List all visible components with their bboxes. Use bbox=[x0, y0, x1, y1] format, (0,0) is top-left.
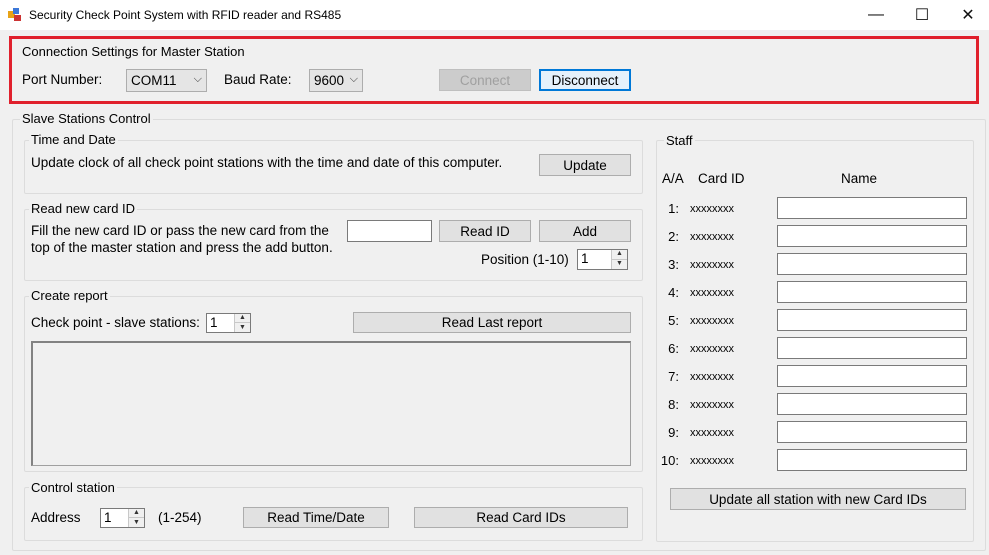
staff-row-card-id: xxxxxxxx bbox=[690, 315, 734, 327]
close-button[interactable]: ✕ bbox=[945, 0, 989, 30]
staff-row-number: 9: bbox=[668, 425, 679, 440]
chevron-down-icon: ⌵ bbox=[193, 73, 202, 85]
connection-group-title: Connection Settings for Master Station bbox=[22, 44, 245, 59]
staff-name-input[interactable] bbox=[777, 281, 967, 303]
address-stepper-value: 1 bbox=[104, 510, 112, 525]
staff-row-card-id: xxxxxxxx bbox=[690, 343, 734, 355]
connect-button[interactable]: Connect bbox=[439, 69, 531, 91]
staff-row-number: 5: bbox=[668, 313, 679, 328]
control-station-title: Control station bbox=[29, 480, 117, 495]
baud-select[interactable]: 9600 ⌵ bbox=[309, 69, 363, 92]
window-title: Security Check Point System with RFID re… bbox=[29, 8, 342, 22]
maximize-button[interactable]: ☐ bbox=[899, 0, 945, 30]
col-card-header: Card ID bbox=[698, 171, 745, 186]
staff-row-number: 6: bbox=[668, 341, 679, 356]
add-button[interactable]: Add bbox=[539, 220, 631, 242]
staff-row-card-id: xxxxxxxx bbox=[690, 287, 734, 299]
update-all-cards-button[interactable]: Update all station with new Card IDs bbox=[670, 488, 966, 510]
position-stepper-value: 1 bbox=[581, 251, 589, 266]
staff-row-number: 3: bbox=[668, 257, 679, 272]
position-stepper[interactable]: 1 ▲ ▼ bbox=[577, 249, 628, 270]
read-card-title: Read new card ID bbox=[29, 201, 138, 216]
baud-select-value: 9600 bbox=[314, 73, 345, 88]
read-id-button[interactable]: Read ID bbox=[439, 220, 531, 242]
app-icon bbox=[8, 8, 21, 21]
staff-row-number: 2: bbox=[668, 229, 679, 244]
chevron-down-icon: ⌵ bbox=[349, 73, 358, 85]
staff-row-number: 10: bbox=[660, 453, 679, 468]
staff-name-input[interactable] bbox=[777, 393, 967, 415]
position-label: Position (1-10) bbox=[481, 252, 569, 267]
checkpoint-label: Check point - slave stations: bbox=[31, 315, 200, 330]
checkpoint-stepper[interactable]: 1 ▲ ▼ bbox=[206, 313, 251, 333]
slave-stations-title: Slave Stations Control bbox=[20, 111, 153, 126]
staff-name-input[interactable] bbox=[777, 421, 967, 443]
staff-name-input[interactable] bbox=[777, 365, 967, 387]
read-last-report-button[interactable]: Read Last report bbox=[353, 312, 631, 333]
read-time-date-button[interactable]: Read Time/Date bbox=[243, 507, 389, 528]
report-output-box[interactable] bbox=[31, 341, 631, 466]
arrow-down-icon[interactable]: ▼ bbox=[235, 323, 250, 332]
col-aa-header: A/A bbox=[662, 171, 684, 186]
time-date-description: Update clock of all check point stations… bbox=[31, 155, 503, 170]
time-date-title: Time and Date bbox=[29, 132, 118, 147]
read-card-ids-button[interactable]: Read Card IDs bbox=[414, 507, 628, 528]
read-card-description-2: top of the master station and press the … bbox=[31, 240, 333, 255]
staff-name-input[interactable] bbox=[777, 253, 967, 275]
port-select[interactable]: COM11 ⌵ bbox=[126, 69, 207, 92]
staff-row-number: 8: bbox=[668, 397, 679, 412]
staff-row-card-id: xxxxxxxx bbox=[690, 455, 734, 467]
checkpoint-stepper-value: 1 bbox=[210, 315, 218, 330]
staff-name-input[interactable] bbox=[777, 225, 967, 247]
minimize-button[interactable]: — bbox=[853, 0, 899, 30]
address-stepper[interactable]: 1 ▲ ▼ bbox=[100, 508, 145, 528]
port-label: Port Number: bbox=[22, 72, 103, 87]
arrow-down-icon[interactable]: ▼ bbox=[612, 260, 627, 270]
staff-row-number: 1: bbox=[668, 201, 679, 216]
staff-row-number: 4: bbox=[668, 285, 679, 300]
port-select-value: COM11 bbox=[131, 73, 177, 88]
arrow-down-icon[interactable]: ▼ bbox=[129, 518, 144, 527]
disconnect-button[interactable]: Disconnect bbox=[539, 69, 631, 91]
address-range-label: (1-254) bbox=[158, 510, 202, 525]
baud-label: Baud Rate: bbox=[224, 72, 292, 87]
staff-row-card-id: xxxxxxxx bbox=[690, 203, 734, 215]
staff-row-card-id: xxxxxxxx bbox=[690, 231, 734, 243]
card-id-input[interactable] bbox=[347, 220, 432, 242]
staff-name-input[interactable] bbox=[777, 197, 967, 219]
staff-row-card-id: xxxxxxxx bbox=[690, 427, 734, 439]
staff-name-input[interactable] bbox=[777, 309, 967, 331]
create-report-title: Create report bbox=[29, 288, 110, 303]
staff-row-card-id: xxxxxxxx bbox=[690, 399, 734, 411]
update-time-button[interactable]: Update bbox=[539, 154, 631, 176]
staff-row-card-id: xxxxxxxx bbox=[690, 259, 734, 271]
staff-row-number: 7: bbox=[668, 369, 679, 384]
staff-title: Staff bbox=[664, 133, 695, 148]
col-name-header: Name bbox=[841, 171, 878, 186]
staff-row-card-id: xxxxxxxx bbox=[690, 371, 734, 383]
read-card-description-1: Fill the new card ID or pass the new car… bbox=[31, 223, 329, 238]
address-label: Address bbox=[31, 510, 81, 525]
staff-name-input[interactable] bbox=[777, 337, 967, 359]
staff-name-input[interactable] bbox=[777, 449, 967, 471]
